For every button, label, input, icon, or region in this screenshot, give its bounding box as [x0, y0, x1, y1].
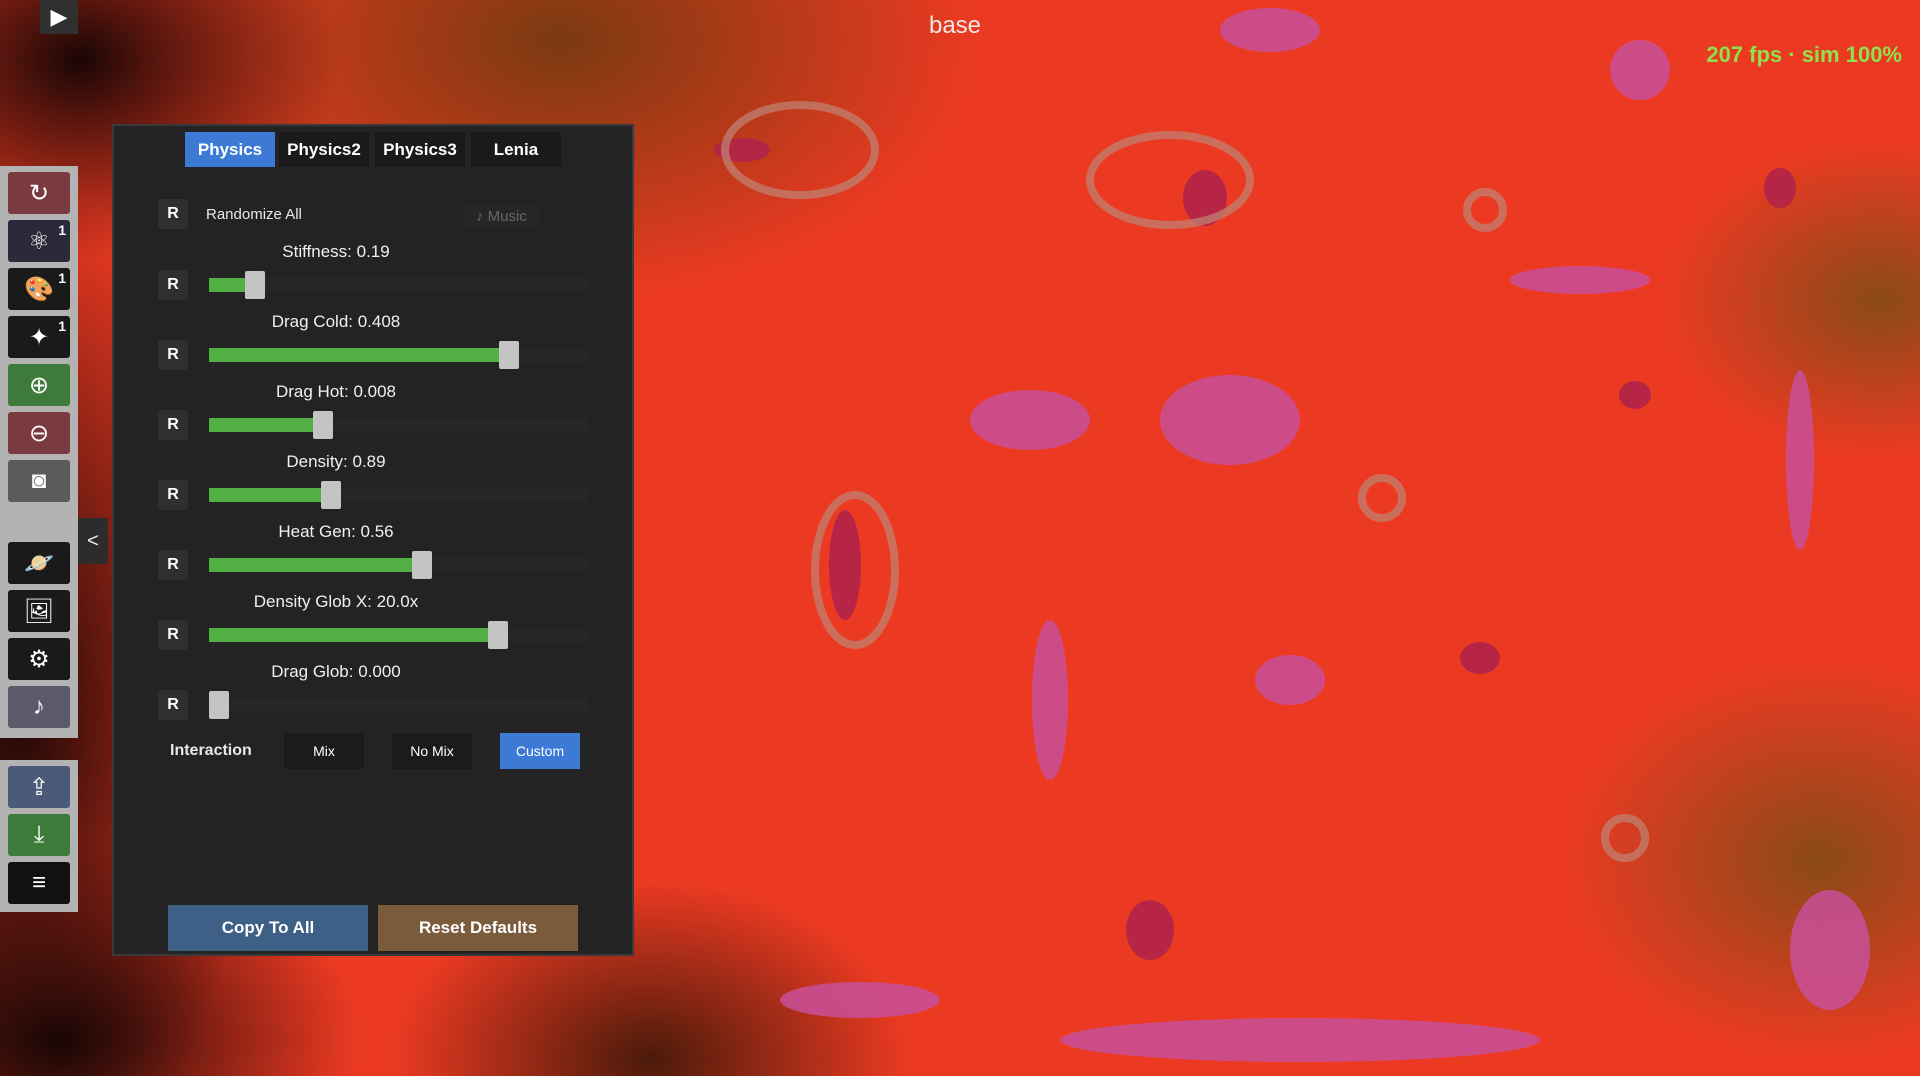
- palette-button[interactable]: 🎨 1: [8, 268, 70, 310]
- slider-label: Heat Gen: 0.56: [278, 522, 394, 541]
- fps-counter: 207 fps · sim 100%: [1706, 42, 1902, 67]
- settings-button[interactable]: ⚙: [8, 638, 70, 680]
- mix-button[interactable]: Mix: [284, 733, 364, 769]
- slider-reset-button[interactable]: R: [158, 620, 188, 650]
- slider-thumb[interactable]: [320, 481, 341, 509]
- image-icon: 🖼: [23, 597, 55, 625]
- badge: 1: [58, 270, 66, 286]
- copy-to-all-button[interactable]: Copy To All: [168, 905, 368, 951]
- reset-icon: ↻: [28, 179, 50, 207]
- atom-icon: ⚛: [28, 227, 50, 255]
- slider-thumb[interactable]: [244, 271, 265, 299]
- slider-track[interactable]: [209, 691, 589, 719]
- slider-fill: [209, 558, 422, 572]
- slider-reset-button[interactable]: R: [158, 270, 188, 300]
- tab-physics2[interactable]: Physics2: [279, 132, 369, 167]
- download-icon: ⤓: [33, 821, 45, 848]
- reset-sim-button[interactable]: ↻: [8, 172, 70, 214]
- camera-icon: ◙: [31, 467, 47, 494]
- slider-track[interactable]: [209, 621, 589, 649]
- remove-button[interactable]: ⊖: [8, 412, 70, 454]
- slider-label: Drag Cold: 0.408: [271, 312, 401, 331]
- slider-label: Drag Hot: 0.008: [275, 382, 396, 401]
- color-picker-button[interactable]: ✦ 1: [8, 316, 70, 358]
- randomize-all-label[interactable]: Randomize All: [206, 206, 302, 223]
- physics-button[interactable]: ⚛ 1: [8, 220, 70, 262]
- slider-fill: [209, 488, 331, 502]
- reset-defaults-button[interactable]: Reset Defaults: [378, 905, 578, 951]
- physics-panel: Physics Physics2 Physics3 Lenia R Random…: [112, 124, 634, 956]
- image-button[interactable]: 🖼: [8, 590, 70, 632]
- play-button[interactable]: ▶: [40, 0, 78, 34]
- chevron-left-icon: <: [87, 529, 99, 552]
- slider-label: Stiffness: 0.19: [282, 242, 390, 261]
- play-icon: ▶: [50, 4, 68, 29]
- slider-fill: [209, 628, 498, 642]
- color-picker-icon: ✦: [28, 323, 50, 351]
- slider-thumb[interactable]: [411, 551, 432, 579]
- slider-reset-button[interactable]: R: [158, 340, 188, 370]
- slider-track[interactable]: [209, 341, 589, 369]
- music-icon: ♪: [33, 693, 45, 720]
- badge: 1: [58, 222, 66, 238]
- slider-thumb[interactable]: [313, 411, 333, 439]
- slider-fill: [209, 418, 323, 432]
- slider-track[interactable]: [209, 481, 589, 509]
- slider-reset-button[interactable]: R: [158, 480, 188, 510]
- tab-physics[interactable]: Physics: [185, 132, 275, 167]
- gear-icon: ⚙: [28, 645, 50, 673]
- slider-track[interactable]: [209, 551, 589, 579]
- toolbar-middle: 🪐 🖼 ⚙ ♪: [0, 536, 78, 736]
- slider-track[interactable]: [209, 411, 589, 439]
- badge: 1: [58, 318, 66, 334]
- menu-icon: ≡: [31, 869, 46, 896]
- randomize-all-reset-button[interactable]: R: [158, 199, 188, 229]
- camera-button[interactable]: ◙: [8, 460, 70, 502]
- tab-physics3[interactable]: Physics3: [375, 132, 465, 167]
- slider-fill: [209, 348, 510, 362]
- slider-thumb[interactable]: [487, 621, 508, 649]
- slider-track[interactable]: [209, 271, 589, 299]
- tab-lenia[interactable]: Lenia: [471, 132, 561, 167]
- toolbar-bottom: ⇪ ⤓ ≡: [0, 760, 78, 912]
- upload-icon: ⇪: [28, 773, 50, 801]
- planet-icon: 🪐: [24, 549, 54, 577]
- slider-reset-button[interactable]: R: [158, 550, 188, 580]
- interaction-label: Interaction: [170, 742, 252, 759]
- upload-button[interactable]: ⇪: [8, 766, 70, 808]
- slider-reset-button[interactable]: R: [158, 690, 188, 720]
- remove-icon: ⊖: [28, 419, 50, 447]
- slider-label: Density Glob X: 20.0x: [253, 592, 419, 611]
- download-button[interactable]: ⤓: [8, 814, 70, 856]
- add-button[interactable]: ⊕: [8, 364, 70, 406]
- palette-icon: 🎨: [24, 275, 54, 303]
- custom-button[interactable]: Custom: [500, 733, 580, 769]
- collapse-panel-button[interactable]: <: [78, 518, 108, 564]
- scene-title: base: [928, 12, 982, 39]
- slider-label: Drag Glob: 0.000: [271, 662, 401, 681]
- music-toggle[interactable]: ♪ Music: [464, 206, 539, 227]
- menu-button[interactable]: ≡: [8, 862, 70, 904]
- slider-thumb[interactable]: [209, 691, 229, 719]
- add-icon: ⊕: [28, 371, 50, 399]
- slider-label: Density: 0.89: [286, 452, 386, 471]
- slider-reset-button[interactable]: R: [158, 410, 188, 440]
- planet-button[interactable]: 🪐: [8, 542, 70, 584]
- music-button[interactable]: ♪: [8, 686, 70, 728]
- slider-thumb[interactable]: [499, 341, 520, 369]
- no-mix-button[interactable]: No Mix: [392, 733, 472, 769]
